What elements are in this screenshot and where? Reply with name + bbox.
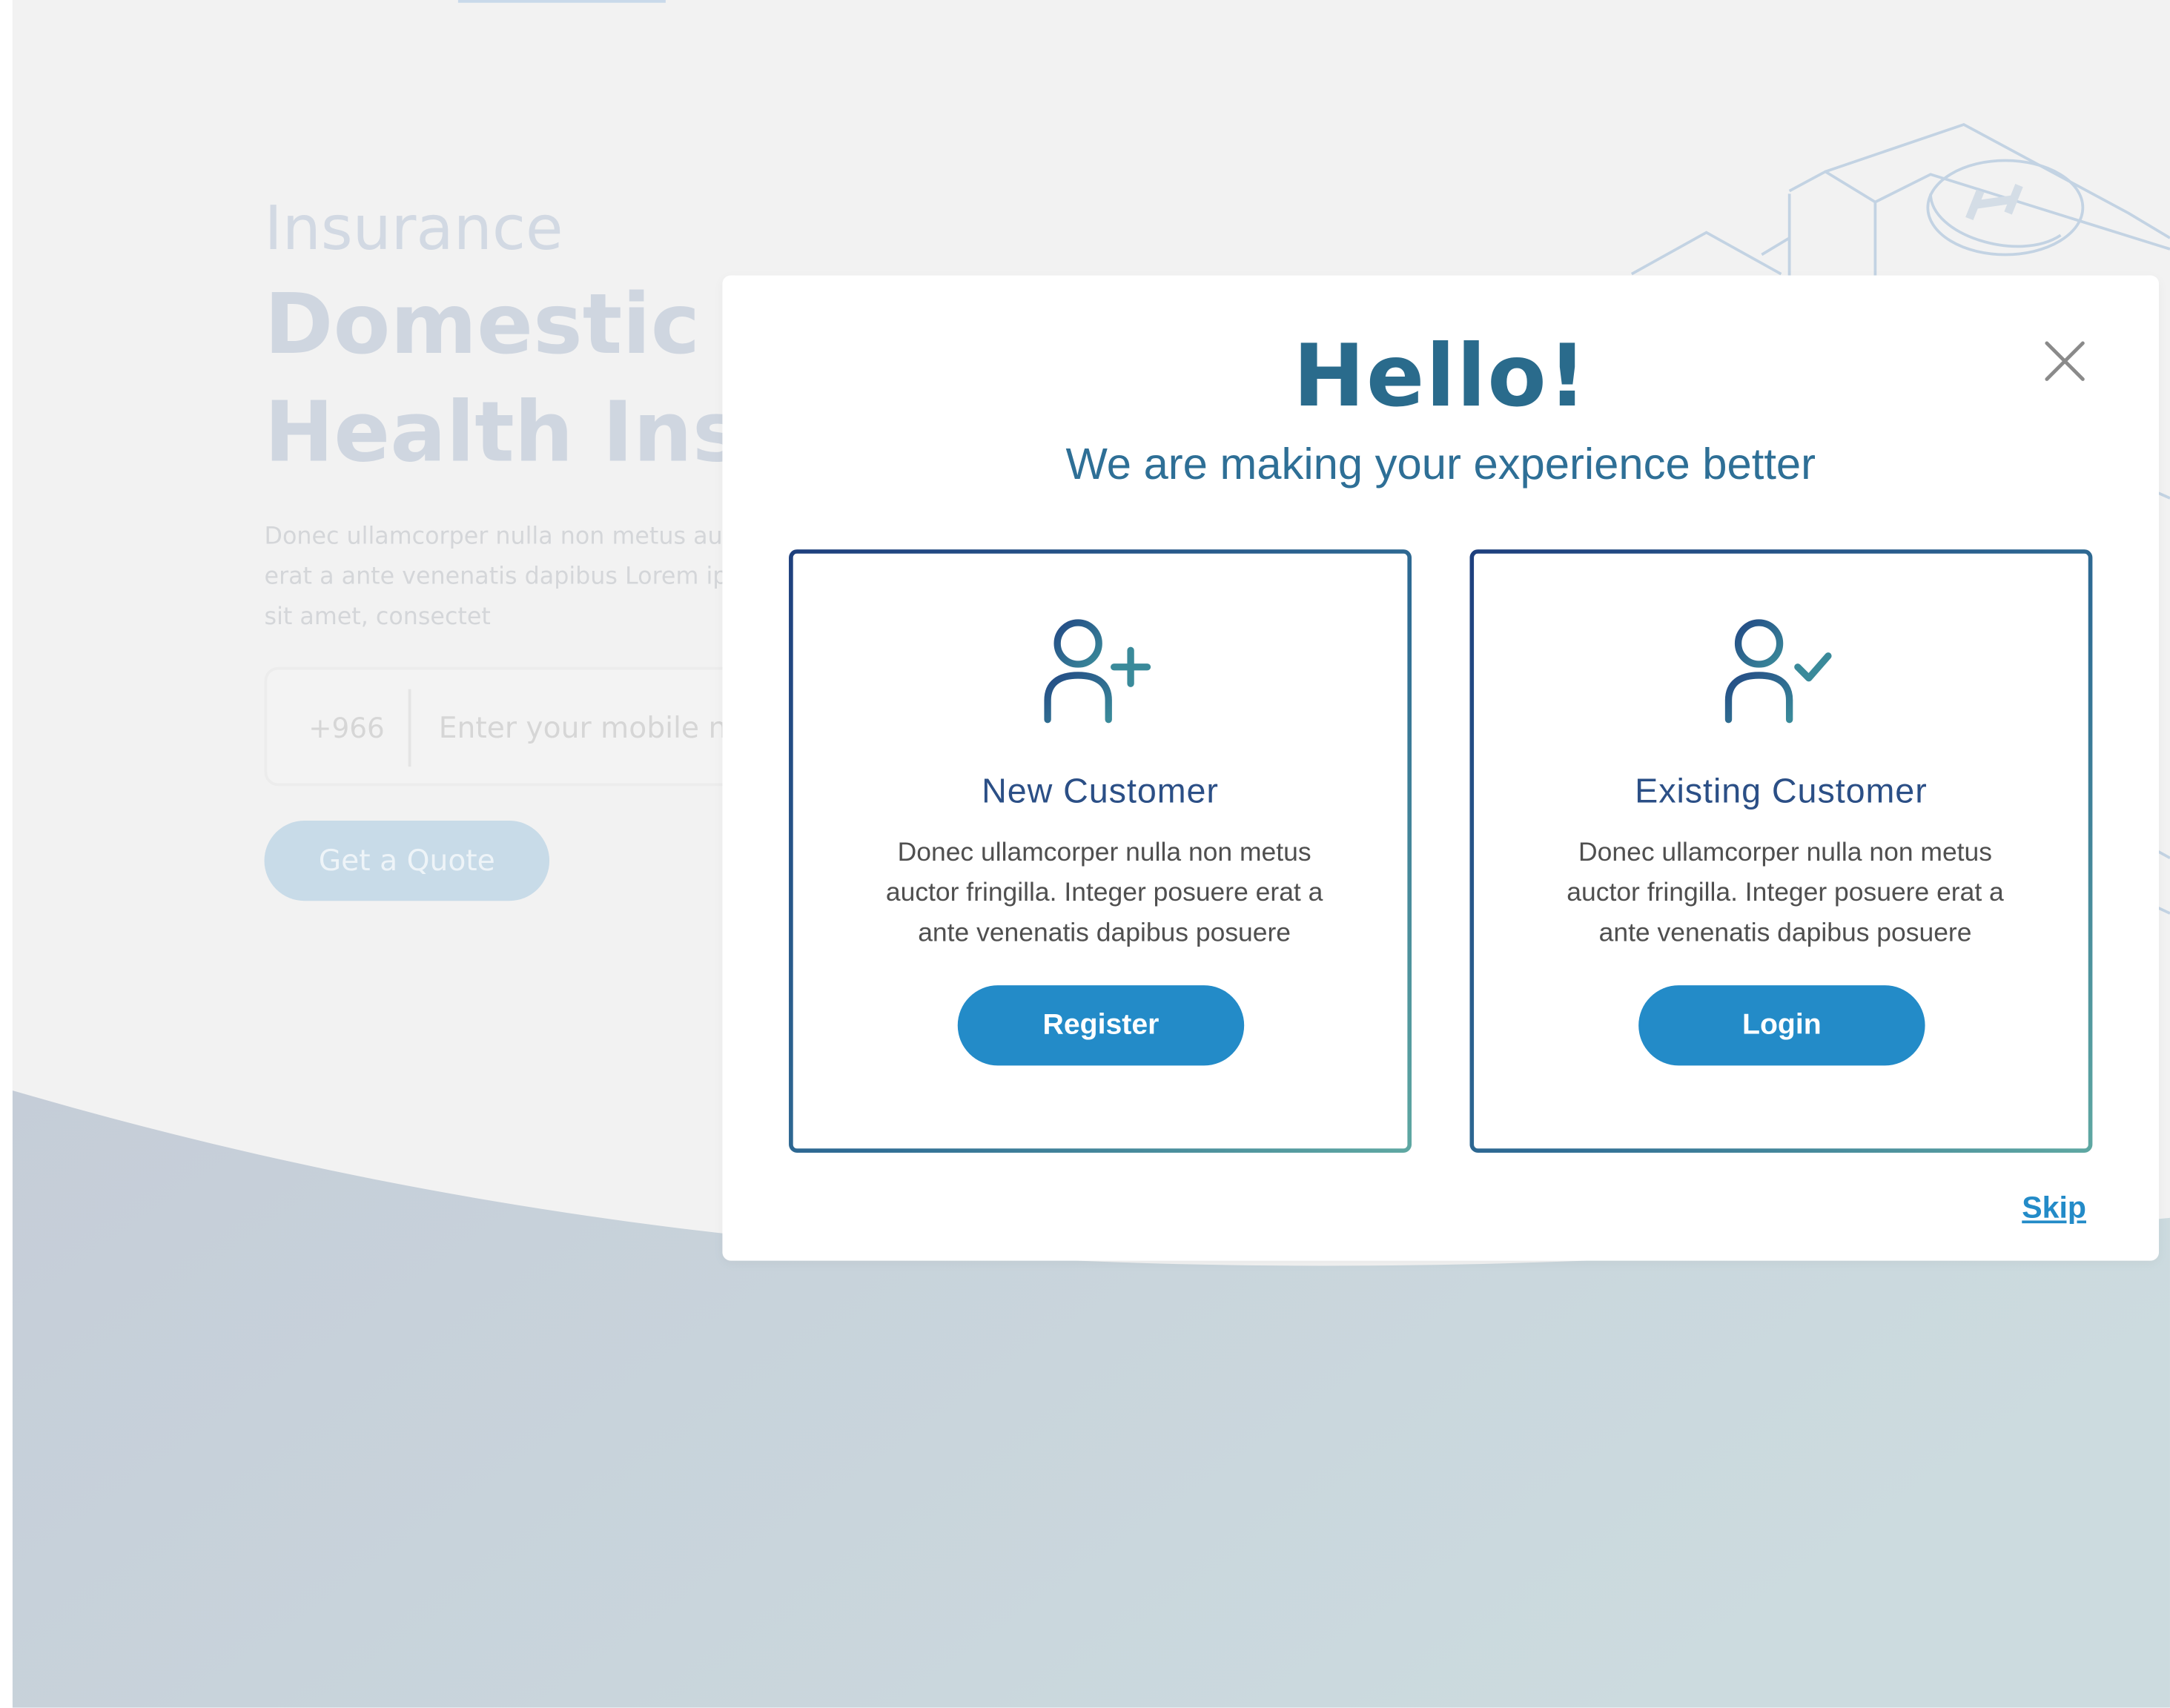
country-code: +966 bbox=[308, 711, 385, 745]
new-customer-description: Donec ullamcorper nulla non metus auctor… bbox=[885, 838, 1323, 948]
modal-subtitle: We are making your experience better bbox=[1065, 438, 1816, 489]
get-quote-button: Get a Quote bbox=[264, 820, 550, 901]
modal-title: Hello! bbox=[1293, 325, 1589, 426]
background-title-line2: Health Insu bbox=[264, 384, 801, 482]
phone-divider bbox=[408, 689, 411, 767]
user-add-icon bbox=[1044, 619, 1151, 724]
background-title-line1: Domestic H bbox=[264, 277, 798, 374]
new-customer-card: New Customer Donec ullamcorper nulla non… bbox=[789, 549, 1412, 1153]
welcome-modal: Hello! We are making your experience bet… bbox=[722, 275, 2160, 1261]
close-icon[interactable] bbox=[2040, 337, 2090, 386]
user-check-icon bbox=[1724, 619, 1832, 724]
existing-customer-heading: Existing Customer bbox=[1635, 772, 1928, 811]
register-button[interactable]: Register bbox=[957, 985, 1245, 1066]
background-eyebrow: Insurance bbox=[264, 193, 563, 265]
mobile-input-placeholder: Enter your mobile nu bbox=[438, 711, 746, 745]
skip-link[interactable]: Skip bbox=[2022, 1190, 2086, 1226]
background-hero-title: Domestic H Health Insu bbox=[265, 271, 801, 487]
existing-customer-description: Donec ullamcorper nulla non metus auctor… bbox=[1567, 838, 2004, 948]
existing-customer-card: Existing Customer Donec ullamcorper null… bbox=[1469, 549, 2092, 1153]
app-window: Insurance Domestic H Health Insu Donec u… bbox=[0, 0, 2170, 1708]
login-button[interactable]: Login bbox=[1638, 985, 1925, 1066]
new-customer-heading: New Customer bbox=[982, 772, 1219, 811]
